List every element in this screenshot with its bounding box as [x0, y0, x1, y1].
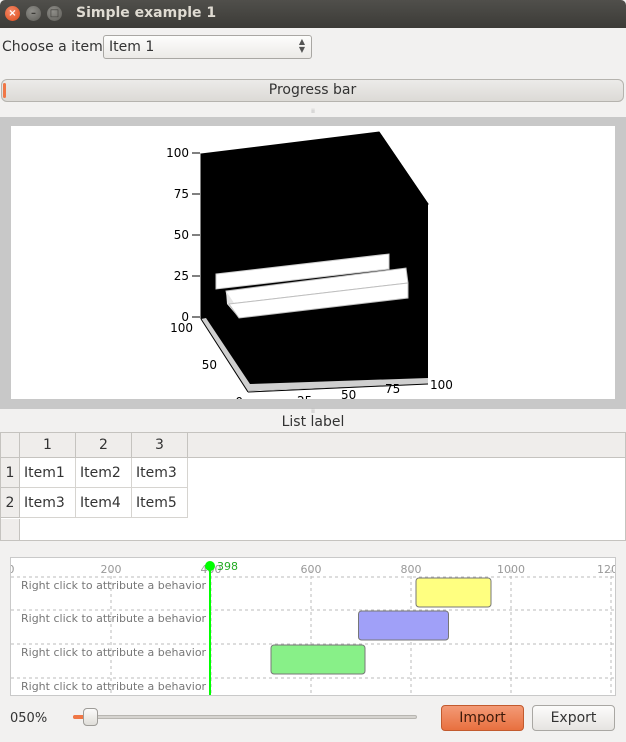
progress-label: Progress bar: [268, 82, 357, 98]
plot-panel: 100 75 50 25 0 100 50 0 25: [0, 117, 626, 409]
progress-fill: [3, 83, 6, 98]
timeline-tick-label: 1000: [497, 563, 525, 576]
timeline-tick-label: 1200: [597, 563, 616, 576]
row-header[interactable]: 2: [1, 488, 20, 518]
zoom-slider-track[interactable]: [73, 715, 417, 719]
x-tick-label: 25: [297, 394, 312, 399]
x-tick-label: 75: [385, 382, 400, 396]
item-select[interactable]: Item 1 ▲ ▼: [103, 35, 312, 59]
zoom-label: 050%: [10, 711, 48, 726]
timeline-tick-label: 800: [401, 563, 422, 576]
z-tick-label: 25: [174, 269, 189, 283]
timeline-tick-label: 0: [11, 563, 15, 576]
progress-bar: Progress bar: [1, 79, 624, 102]
column-header[interactable]: 1: [20, 433, 76, 458]
table-corner: [1, 433, 20, 458]
window-title: Simple example 1: [76, 5, 217, 21]
table-cell[interactable]: Item5: [132, 488, 188, 518]
maximize-icon[interactable]: □: [47, 6, 62, 21]
table-cell[interactable]: Item2: [76, 458, 132, 488]
import-button[interactable]: Import: [441, 705, 524, 731]
choose-item-label: Choose a item: [2, 39, 103, 55]
splitter-handle[interactable]: ⁞⁞: [308, 109, 318, 115]
zoom-slider-handle[interactable]: [83, 708, 98, 726]
behavior-block: [358, 610, 449, 641]
item-table[interactable]: 1 2 3 1 Item1 Item2 Item3 2 Item3 Item4 …: [0, 432, 626, 541]
table-cell[interactable]: Item1: [20, 458, 76, 488]
cube-wall: [201, 132, 428, 391]
row-header-filler: [1, 519, 20, 540]
table-cell[interactable]: Item3: [20, 488, 76, 518]
item-select-value: Item 1: [109, 39, 155, 55]
column-header[interactable]: 3: [132, 433, 188, 458]
plot-canvas[interactable]: 100 75 50 25 0 100 50 0 25: [11, 126, 615, 399]
behavior-block: [415, 577, 492, 608]
y-tick-label: 0: [235, 395, 243, 399]
x-tick-label: 100: [430, 378, 453, 392]
timeline-canvas: 020040060080010001200Right click to attr…: [11, 560, 616, 695]
close-icon[interactable]: ×: [5, 6, 20, 21]
behavior-block: [270, 644, 366, 675]
track-label: Right click to attribute a behavior: [21, 579, 207, 592]
minimize-icon[interactable]: –: [26, 6, 41, 21]
row-header[interactable]: 1: [1, 458, 20, 488]
y-tick-label: 100: [170, 321, 193, 335]
title-bar: × – □ Simple example 1: [0, 0, 626, 28]
table-header: 1 2 3: [1, 433, 625, 458]
track-label: Right click to attribute a behavior: [21, 680, 207, 693]
column-header[interactable]: 2: [76, 433, 132, 458]
z-tick-label: 50: [174, 228, 189, 242]
timeline-tick-label: 600: [301, 563, 322, 576]
z-tick-label: 75: [174, 187, 189, 201]
export-button[interactable]: Export: [532, 705, 615, 731]
updown-arrows-icon: ▲ ▼: [298, 37, 305, 54]
time-cursor-handle: [205, 561, 215, 571]
timeline-tick-label: 200: [101, 563, 122, 576]
track-label: Right click to attribute a behavior: [21, 646, 207, 659]
list-label: List label: [281, 414, 345, 430]
time-cursor-value: 398: [217, 560, 238, 573]
y-tick-label: 50: [202, 358, 217, 372]
table-cell[interactable]: Item4: [76, 488, 132, 518]
z-tick-label: 100: [166, 146, 189, 160]
timeline-panel[interactable]: 020040060080010001200Right click to attr…: [10, 557, 616, 696]
track-label: Right click to attribute a behavior: [21, 612, 207, 625]
table-cell[interactable]: Item3: [132, 458, 188, 488]
x-tick-label: 50: [341, 388, 356, 399]
plot-3d: 100 75 50 25 0 100 50 0 25: [166, 131, 453, 399]
